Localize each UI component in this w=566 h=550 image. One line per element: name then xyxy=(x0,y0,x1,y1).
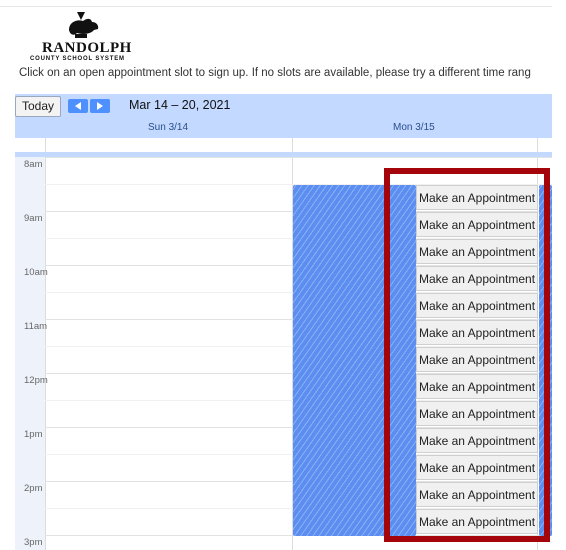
time-label: 8am xyxy=(24,159,43,170)
chevron-right-icon xyxy=(97,102,103,110)
time-label: 2pm xyxy=(24,483,43,494)
today-button[interactable]: Today xyxy=(15,96,62,117)
lamp-of-learning-icon xyxy=(69,12,99,38)
time-label: 12pm xyxy=(24,375,48,386)
time-label: 11am xyxy=(24,321,48,332)
prev-week-button[interactable] xyxy=(68,99,88,113)
day-header-mon: Mon 3/15 xyxy=(393,122,435,133)
calendar-toolbar: Today Mar 14 – 20, 2021 xyxy=(15,94,552,118)
time-label: 9am xyxy=(24,213,43,224)
time-label: 10am xyxy=(24,267,48,278)
day-header-sun: Sun 3/14 xyxy=(148,122,189,133)
time-label: 3pm xyxy=(24,537,43,548)
brand-subtitle: COUNTY SCHOOL SYSTEM xyxy=(30,56,125,62)
top-divider xyxy=(0,6,552,7)
time-label: 1pm xyxy=(24,429,43,440)
highlight-box xyxy=(384,168,550,542)
next-week-button[interactable] xyxy=(90,99,110,113)
chevron-left-icon xyxy=(75,102,81,110)
instructions-text: Click on an open appointment slot to sig… xyxy=(19,67,531,79)
date-range: Mar 14 – 20, 2021 xyxy=(129,98,231,112)
school-logo: RANDOLPH COUNTY SCHOOL SYSTEM xyxy=(30,10,160,64)
day-header-row: Sun 3/14 Mon 3/15 xyxy=(15,118,552,138)
brand-name: RANDOLPH xyxy=(42,40,132,56)
all-day-row xyxy=(15,138,552,153)
